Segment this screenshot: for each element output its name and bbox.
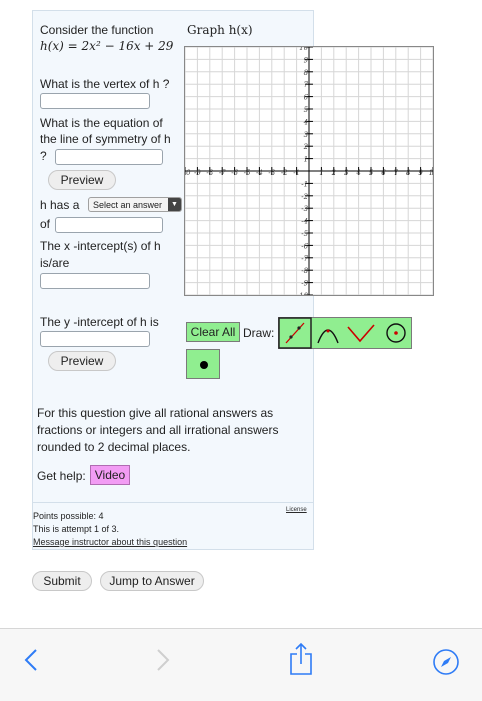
y-tick-label: 8 <box>304 69 309 77</box>
symmetry-question-line1: What is the equation of <box>40 116 163 130</box>
function-expression: h(x) = 2x² − 16x + 29 <box>40 39 174 53</box>
vertex-input[interactable] <box>40 93 150 109</box>
x-tick-label: 4 <box>355 169 360 177</box>
points-possible: Points possible: 4 <box>33 511 104 521</box>
y-tick-label: -4 <box>301 218 308 226</box>
forward-arrow-icon[interactable] <box>150 648 174 672</box>
draw-label: Draw: <box>243 326 275 340</box>
y-tick-label: -1 <box>301 180 308 188</box>
x-tick-label: 8 <box>406 169 411 177</box>
vertex-question: What is the vertex of h ? <box>40 77 170 91</box>
x-intercept-input[interactable] <box>40 273 150 289</box>
x-tick-label: 9 <box>418 169 423 177</box>
y-tick-label: -5 <box>301 230 308 238</box>
divider <box>33 502 313 503</box>
y-tick-label: 1 <box>304 156 308 164</box>
x-tick-label: 3 <box>344 169 349 177</box>
y-tick-label: -2 <box>301 193 308 201</box>
x-tick-label: -5 <box>244 169 251 177</box>
back-arrow-icon[interactable] <box>20 648 44 672</box>
x-intercept-question-line2: is/are <box>40 256 70 270</box>
x-tick-label: -1 <box>293 169 300 177</box>
y-tick-label: 4 <box>303 118 308 126</box>
share-icon[interactable] <box>288 642 314 676</box>
y-tick-label: -3 <box>301 205 308 213</box>
x-tick-label: -6 <box>231 169 238 177</box>
of-label: of <box>40 217 51 231</box>
preview-button[interactable]: Preview <box>48 170 116 190</box>
point-tool-button[interactable] <box>186 349 220 379</box>
chevron-down-icon: ▼ <box>168 198 181 211</box>
x-tick-label: -3 <box>268 169 275 177</box>
x-tick-label: -8 <box>206 169 213 177</box>
submit-button[interactable]: Submit <box>32 571 92 591</box>
attempt-count: This is attempt 1 of 3. <box>33 524 120 534</box>
x-tick-label: -2 <box>281 169 288 177</box>
y-tick-label: 9 <box>304 56 309 64</box>
graph-title: Graph h(x) <box>187 22 253 38</box>
draw-tools <box>278 317 406 349</box>
preview-button-2[interactable]: Preview <box>48 351 116 371</box>
y-tick-label: -9 <box>301 280 308 288</box>
x-tick-label: 5 <box>369 169 373 177</box>
compass-icon[interactable] <box>432 648 460 676</box>
y-tick-label: -7 <box>301 255 308 263</box>
x-tick-label: 1 <box>319 169 323 177</box>
y-tick-label: -10 <box>297 292 309 296</box>
clear-all-button[interactable]: Clear All <box>186 322 240 342</box>
y-intercept-question: The y -intercept of h is <box>40 315 159 329</box>
instructions-text: For this question give all rational answ… <box>37 406 279 454</box>
y-tick-label: 3 <box>304 131 309 139</box>
x-tick-label: -9 <box>194 169 201 177</box>
graph-title-text: Graph h(x) <box>187 23 253 37</box>
vee-tool-icon[interactable] <box>347 324 375 343</box>
y-tick-label: 2 <box>303 143 309 151</box>
browser-toolbar <box>0 628 482 701</box>
help-label: Get help: <box>37 469 86 483</box>
x-tick-label: 6 <box>381 169 386 177</box>
y-tick-label: 6 <box>304 94 309 102</box>
question-intro: Consider the function <box>40 23 154 37</box>
y-tick-label: -6 <box>301 242 308 250</box>
symmetry-input[interactable] <box>55 149 163 165</box>
extremum-value-input[interactable] <box>55 217 163 233</box>
y-tick-label: -8 <box>301 267 308 275</box>
y-tick-label: 5 <box>304 106 308 114</box>
has-a-label: h has a <box>40 198 80 212</box>
x-tick-label: -10 <box>184 169 191 177</box>
y-tick-label: 7 <box>304 81 309 89</box>
point-tool-icon <box>200 361 208 369</box>
line-tool-point-icon <box>289 335 293 339</box>
jump-to-answer-button[interactable]: Jump to Answer <box>100 571 204 591</box>
x-tick-label: 2 <box>331 169 337 177</box>
symmetry-question-mark: ? <box>40 149 47 163</box>
extremum-select-value: Select an answer <box>93 199 163 210</box>
license-link[interactable]: License <box>286 507 307 513</box>
line-tool-point-icon-2 <box>297 326 301 330</box>
extremum-select[interactable]: Select an answer ▼ <box>88 197 182 212</box>
circle-center-icon <box>394 331 398 335</box>
graph-canvas[interactable]: -10-9-8-7-6-5-4-3-2-11234567891010987654… <box>184 46 434 296</box>
video-help-button[interactable]: Video <box>90 465 130 485</box>
parabola-vertex-icon <box>326 329 330 333</box>
x-intercept-question-line1: The x -intercept(s) of h <box>40 239 161 253</box>
x-tick-label: 10 <box>429 169 434 177</box>
y-intercept-input[interactable] <box>40 331 150 347</box>
message-instructor-link[interactable]: Message instructor about this question <box>33 537 187 547</box>
y-tick-label: 10 <box>299 46 308 52</box>
symmetry-question-line2: the line of symmetry of h <box>40 132 171 146</box>
x-tick-label: 7 <box>394 169 399 177</box>
x-tick-label: -7 <box>219 169 226 177</box>
x-tick-label: -4 <box>256 169 263 177</box>
